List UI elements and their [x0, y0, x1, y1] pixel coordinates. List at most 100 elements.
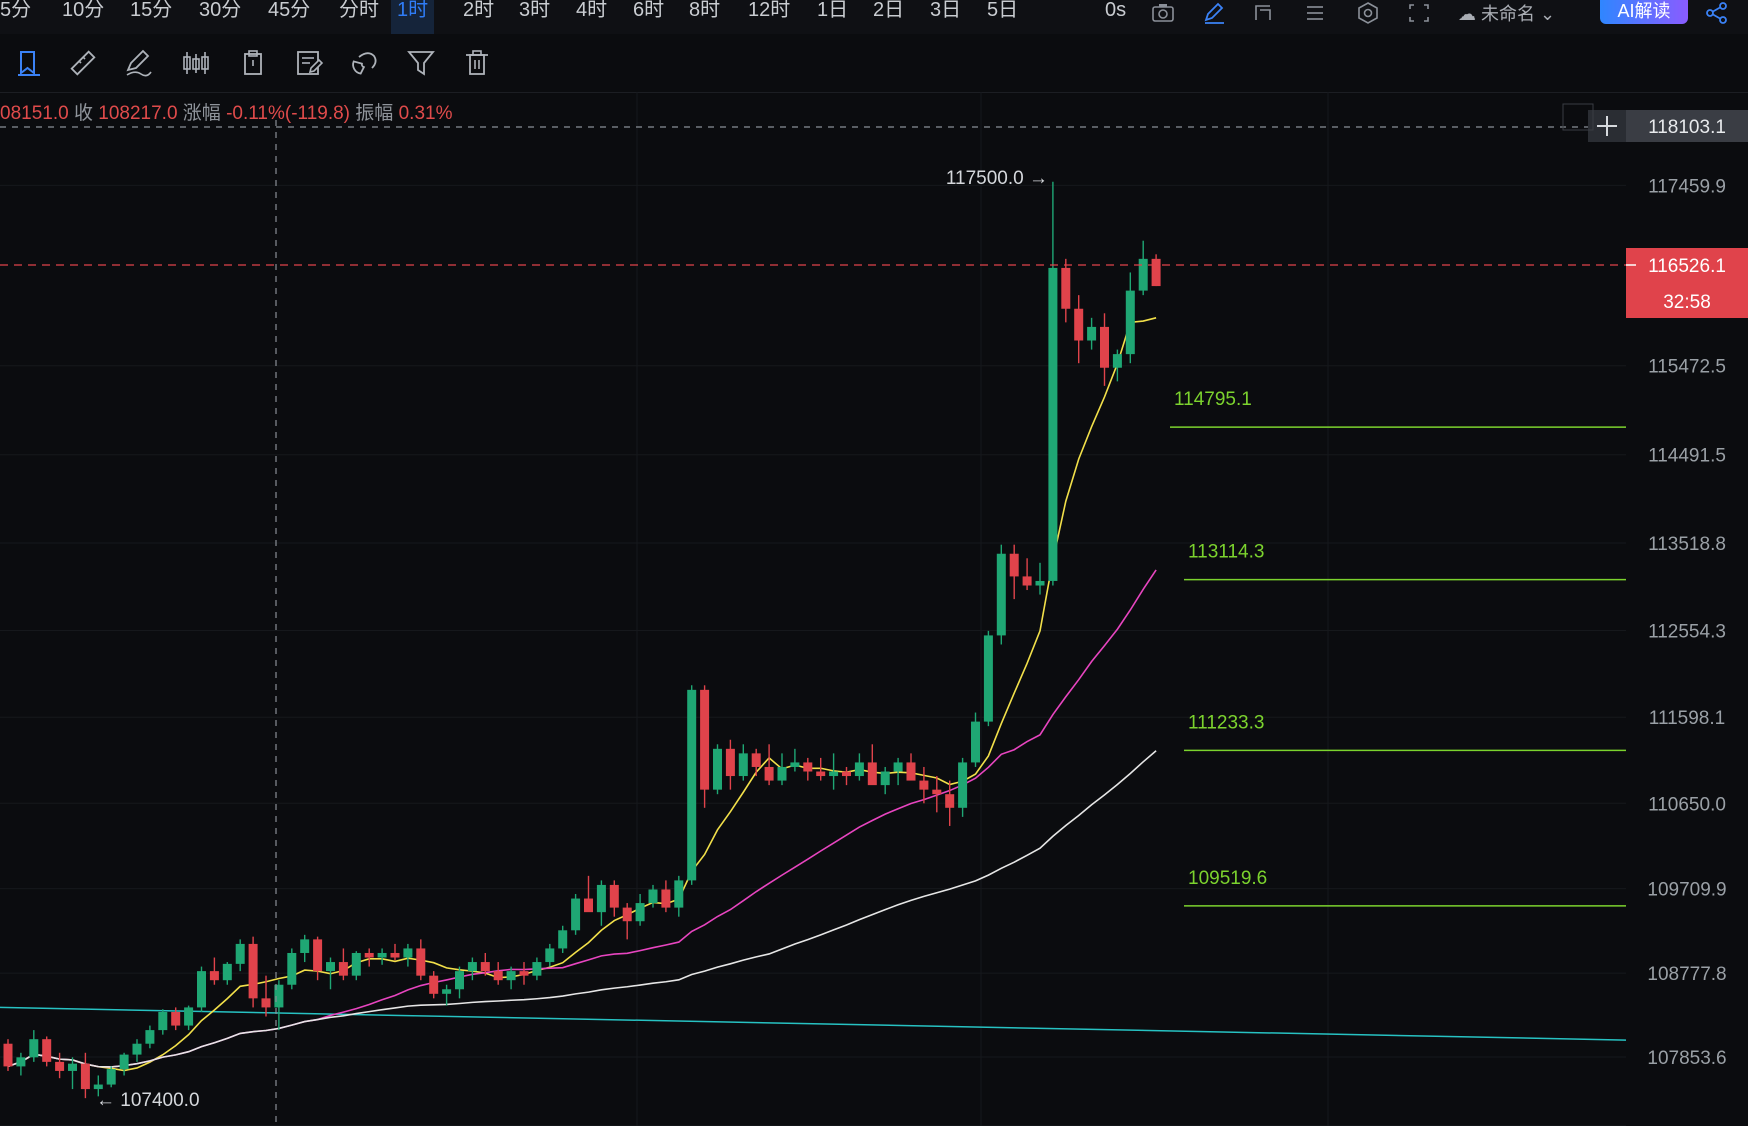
candle-body: [3, 1043, 13, 1067]
layout-name-dropdown[interactable]: ☁ 未命名 ⌄: [1458, 0, 1555, 24]
price-axis-label: 117459.9: [1648, 176, 1726, 197]
trash-icon[interactable]: [462, 48, 492, 78]
timeframe-tab[interactable]: 3时: [513, 0, 556, 34]
clipboard-icon[interactable]: [238, 48, 268, 78]
cloud-icon: ☁: [1458, 4, 1476, 24]
candle-body: [803, 762, 813, 772]
pencil-icon[interactable]: [1201, 2, 1227, 24]
timeframe-tab[interactable]: 分时: [333, 0, 385, 34]
timeframe-tab[interactable]: 10分: [56, 0, 110, 34]
ma-short-line: [7, 317, 1157, 1072]
price-axis-label: 115472.5: [1648, 357, 1726, 378]
candle-body: [480, 962, 490, 972]
price-level-label: 113114.3: [1188, 542, 1264, 563]
open-value: 08151.0: [0, 103, 69, 124]
candle-body: [1009, 553, 1019, 577]
candle-body: [493, 971, 503, 981]
ai-analysis-button[interactable]: AI解读: [1600, 0, 1688, 24]
candle-body: [1125, 290, 1135, 355]
chart-grid: [0, 92, 1626, 1126]
share-icon[interactable]: [1704, 2, 1730, 24]
candle-body: [1151, 258, 1161, 287]
camera-icon[interactable]: [1150, 2, 1176, 24]
timeframe-tab[interactable]: 2时: [457, 0, 500, 34]
edit-list-icon[interactable]: [294, 48, 324, 78]
countdown-setting[interactable]: 0s: [1105, 0, 1126, 34]
candle-body: [661, 889, 671, 908]
high-marker: 117500.0 →: [946, 168, 1048, 189]
timeframe-tab[interactable]: 8时: [683, 0, 726, 34]
candle-body: [313, 939, 323, 972]
price-axis-label: 114491.5: [1648, 446, 1726, 467]
timeframe-tab[interactable]: 2日: [867, 0, 910, 34]
bookmark-icon[interactable]: [14, 48, 44, 78]
candle-body: [648, 889, 658, 904]
timeframe-tab[interactable]: 1日: [811, 0, 854, 34]
candle-body: [235, 943, 245, 964]
candle-body: [132, 1043, 142, 1055]
candle-body: [971, 721, 980, 763]
crop-icon[interactable]: [1251, 2, 1277, 24]
support-trendline: [0, 1006, 1627, 1041]
timeframe-tab[interactable]: 5日: [981, 0, 1024, 34]
change-value: -0.11%(-119.8): [226, 103, 351, 124]
candle-body: [932, 789, 942, 795]
settings-icon[interactable]: [1355, 2, 1381, 24]
candle-body: [429, 975, 439, 994]
crosshair-price: 118103.1: [1648, 117, 1726, 138]
price-axis-label: 108777.8: [1647, 964, 1726, 985]
candle-body: [1061, 267, 1071, 309]
candles-icon[interactable]: [181, 48, 211, 78]
candle-body: [558, 930, 568, 949]
candle-body: [403, 948, 413, 958]
candle-body: [93, 1084, 103, 1090]
candle-body: [506, 971, 516, 981]
price-level-label: 109519.6: [1188, 868, 1267, 889]
candle-body: [545, 948, 555, 963]
candle-body: [1048, 267, 1058, 581]
candle-body: [467, 962, 477, 972]
list-icon[interactable]: [1302, 2, 1328, 24]
candle-body: [209, 971, 219, 981]
candle-body: [532, 962, 542, 976]
timeframe-tab[interactable]: 1时: [391, 0, 435, 34]
price-axis-label: 112554.3: [1648, 621, 1726, 642]
filter-icon[interactable]: [406, 48, 436, 78]
candle-body: [364, 952, 374, 958]
candle-body: [622, 907, 632, 922]
timeframe-tab[interactable]: 4时: [570, 0, 613, 34]
candle-body: [261, 998, 271, 1008]
ruler-icon[interactable]: [68, 48, 98, 78]
magnet-icon[interactable]: [350, 48, 380, 78]
timeframe-tab[interactable]: 12时: [742, 0, 796, 34]
candle-body: [790, 762, 800, 767]
price-axis-label: 110650.0: [1648, 794, 1726, 815]
candle-body: [829, 771, 839, 777]
price-level-label: 111233.3: [1188, 712, 1264, 733]
fullscreen-icon[interactable]: [1406, 2, 1432, 24]
price-level-label: 114795.1: [1174, 389, 1252, 410]
amplitude-label: 振幅: [355, 103, 394, 124]
candle-body: [29, 1039, 39, 1058]
timeframe-tab[interactable]: 3日: [924, 0, 967, 34]
candle-body: [519, 971, 529, 976]
candle-body: [842, 771, 851, 777]
candlestick-chart[interactable]: 114795.1 113114.3 111233.3 109519.6 117500.…: [0, 92, 1748, 1126]
timeframe-tab[interactable]: 30分: [193, 0, 247, 34]
candle-body: [1100, 326, 1109, 368]
timeframe-tab[interactable]: 45分: [262, 0, 316, 34]
timeframe-tab[interactable]: 15分: [124, 0, 178, 34]
candle-body: [197, 971, 206, 1008]
candle-body: [571, 898, 581, 931]
candle-body: [68, 1063, 77, 1071]
timeframe-tab[interactable]: 6时: [627, 0, 670, 34]
candle-body: [1087, 326, 1097, 341]
layout-name: 未命名: [1481, 4, 1536, 24]
brush-icon[interactable]: [123, 48, 153, 78]
candle-body: [725, 748, 735, 777]
candle-body: [351, 952, 361, 976]
timeframe-tab[interactable]: 5分: [0, 0, 37, 34]
candle-body: [893, 762, 903, 772]
candle-body: [880, 771, 890, 786]
price-axis-label: 111598.1: [1649, 708, 1725, 729]
